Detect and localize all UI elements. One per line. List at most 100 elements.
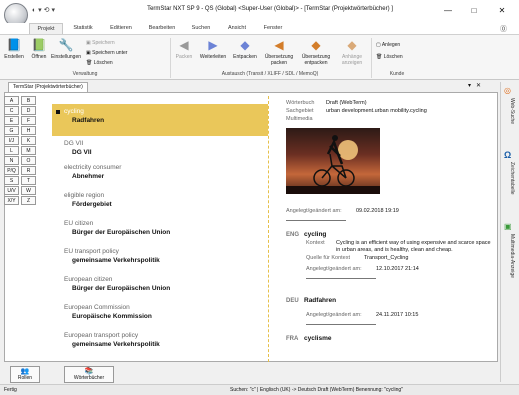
quelle-value: Transport_Cycling	[364, 255, 409, 261]
woerterbuecher-button[interactable]: 📚 Wörterbücher	[64, 366, 114, 383]
alpha-index-h[interactable]: H	[21, 126, 36, 135]
deu-term: Radfahren	[304, 297, 337, 304]
divider	[286, 220, 346, 221]
tab-projekt[interactable]: Projekt	[29, 23, 63, 34]
users-icon: 👥	[20, 368, 30, 375]
entpacken-button[interactable]: ◆ Entpacken	[231, 39, 259, 69]
entry-row[interactable]: EU citizen Bürger der Europäischen Union	[52, 220, 268, 236]
tab-editieren[interactable]: Editieren	[104, 23, 138, 34]
forward-icon: ▶	[208, 38, 218, 52]
document-tab[interactable]: TermStar (Projektwörterbücher)	[8, 82, 88, 92]
sidebar-web-suche[interactable]: Web-Suche	[505, 98, 515, 124]
alpha-index-s[interactable]: S	[4, 176, 19, 185]
tab-fenster[interactable]: Fenster	[256, 23, 290, 34]
alpha-index-x-y[interactable]: X/Y	[4, 196, 19, 205]
loeschen-button[interactable]: 🗑 Löschen	[86, 59, 113, 68]
tab-ansicht[interactable]: Ansicht	[220, 23, 254, 34]
pack-icon: ◀	[179, 38, 189, 52]
sidebar-zeichentabelle[interactable]: Zeichentabelle	[505, 162, 515, 195]
multimedia-label: Multimedia	[286, 116, 313, 122]
tab-suchen[interactable]: Suchen	[184, 23, 218, 34]
erstellen-button[interactable]: 📘 Erstellen	[1, 39, 27, 69]
ribbon-tabs: Projekt Statistik Editieren Bearbeiten S…	[0, 23, 519, 34]
entry-row[interactable]: European citizen Bürger der Europäischen …	[52, 276, 268, 292]
alpha-index-e[interactable]: E	[4, 116, 19, 125]
entry-target-term: Europäische Kommission	[72, 313, 152, 320]
deu-date-label: Angelegt/geändert am:	[306, 312, 362, 318]
group-verwaltung: Verwaltung	[72, 71, 98, 77]
web-search-icon[interactable]: ◎	[504, 86, 511, 95]
alpha-index-c[interactable]: C	[4, 106, 19, 115]
multimedia-icon[interactable]: ▣	[504, 222, 512, 231]
einstellungen-button[interactable]: 🔧 Einstellungen	[51, 39, 81, 69]
alpha-index-g[interactable]: G	[4, 126, 19, 135]
alpha-index-l[interactable]: L	[4, 146, 19, 155]
created-value: 09.02.2018 19:19	[356, 208, 399, 214]
tab-dropdown-icon[interactable]: ▾	[468, 83, 471, 89]
uebersetzung-packen-button[interactable]: ◀ Übersetzung packen	[262, 39, 296, 69]
alpha-index-k[interactable]: K	[21, 136, 36, 145]
books-icon: 📚	[84, 368, 94, 375]
alpha-index-d[interactable]: D	[21, 106, 36, 115]
entry-row[interactable]: DG VII DG VII	[52, 140, 268, 156]
alpha-index-n[interactable]: N	[4, 156, 19, 165]
rollen-button[interactable]: 👥 Rollen	[10, 366, 40, 383]
title-bar: ◐ ▾ ⟲ ▾ TermStar NXT SP 9 - QS (Global) …	[0, 0, 519, 27]
alpha-index-p-q[interactable]: P/Q	[4, 166, 19, 175]
help-icon[interactable]: ⓪	[500, 24, 507, 34]
tab-close-icon[interactable]: ✕	[476, 83, 481, 89]
close-button[interactable]: ✕	[490, 4, 514, 18]
alpha-index-o[interactable]: O	[21, 156, 36, 165]
entry-row[interactable]: EU transport policy gemeinsame Verkehrspo…	[52, 248, 268, 264]
alpha-index-i-j[interactable]: I/J	[4, 136, 19, 145]
eng-term: cycling	[304, 231, 327, 238]
oeffnen-button[interactable]: 📗 Öffnen	[28, 39, 50, 69]
tab-bearbeiten[interactable]: Bearbeiten	[142, 23, 182, 34]
entry-row[interactable]: eligible region Fördergebiet	[52, 192, 268, 208]
minimize-button[interactable]: —	[436, 4, 460, 18]
entry-row[interactable]: European transport policy gemeinsame Verk…	[52, 332, 268, 348]
alpha-index-z[interactable]: Z	[21, 196, 36, 205]
entry-row[interactable]: cycling Radfahren	[52, 108, 268, 124]
entry-list: cycling Radfahren DG VII DG VII electricity …	[52, 104, 268, 360]
anhaenge-anzeigen-button[interactable]: ◆ Anhänge anzeigen	[337, 39, 367, 69]
entry-target-term: gemeinsame Verkehrspolitik	[72, 341, 160, 348]
cyclist-photo[interactable]	[286, 128, 380, 194]
anlegen-button[interactable]: ▢ Anlegen	[376, 41, 400, 50]
alpha-index-b[interactable]: B	[21, 96, 36, 105]
sg-label: Sachgebiet	[286, 108, 314, 114]
open-dictionary-icon: 📗	[31, 38, 47, 52]
eng-date: 12.10.2017 21:14	[376, 266, 419, 272]
quick-access-toolbar[interactable]: ◐ ▾ ⟲ ▾	[32, 6, 62, 16]
kunde-loeschen-button[interactable]: 🗑 Löschen	[376, 53, 403, 62]
alpha-index-r[interactable]: R	[21, 166, 36, 175]
created-label: Angelegt/geändert am:	[286, 208, 342, 214]
maximize-button[interactable]: □	[462, 4, 486, 18]
kontext-value: Cycling is an efficient way of using exp…	[336, 240, 491, 253]
weiterleiten-button[interactable]: ▶ Weiterleiten	[197, 39, 229, 69]
tab-statistik[interactable]: Statistik	[66, 23, 100, 34]
alpha-index-u-v[interactable]: U/V	[4, 186, 19, 195]
wrench-icon: 🔧	[58, 38, 74, 52]
translation-unpack-icon: ◆	[311, 38, 321, 52]
alpha-index-a[interactable]: A	[4, 96, 19, 105]
divider	[306, 324, 376, 325]
entry-row[interactable]: electricity consumer Abnehmer	[52, 164, 268, 180]
status-search-info: Suchen: "c" | Englisch (UK) -> Deutsch D…	[230, 387, 403, 393]
speichern-unter-button[interactable]: ▣ Speichern unter	[86, 49, 127, 58]
alpha-index-m[interactable]: M	[21, 146, 36, 155]
alpha-index-f[interactable]: F	[21, 116, 36, 125]
character-table-icon[interactable]: Ω	[504, 150, 511, 160]
packen-button[interactable]: ◀ Packen	[173, 39, 195, 69]
uebersetzung-entpacken-button[interactable]: ◆ Übersetzung entpacken	[298, 39, 334, 69]
alpha-index-w[interactable]: W	[21, 186, 36, 195]
sg-value: urban development.urban mobility.cycling	[326, 108, 427, 114]
dictionary-new-icon: 📘	[6, 38, 22, 52]
entry-row[interactable]: European Commission Europäische Kommissio…	[52, 304, 268, 320]
cyclist-silhouette-icon	[286, 135, 380, 194]
entry-target-term: Radfahren	[72, 117, 105, 124]
alpha-index-t[interactable]: T	[21, 176, 36, 185]
alphabet-index: A B C D E F G H I/J K L M N O P/Q R S T U/V W X/Y Z	[4, 96, 38, 206]
sidebar-multimedia-anzeige[interactable]: Multimedia-Anzeige	[505, 234, 515, 278]
speichern-button[interactable]: ▣ Speichern	[86, 39, 115, 48]
